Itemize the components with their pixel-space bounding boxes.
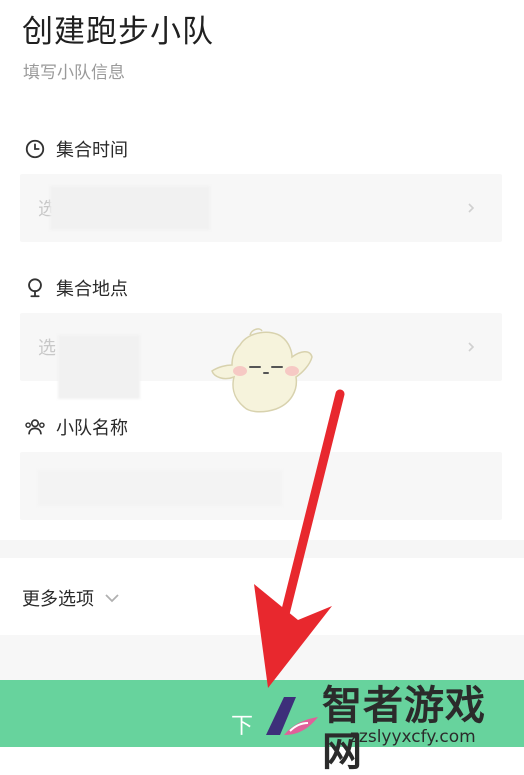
watermark: 智者游戏网 zzslyyxcfy.com xyxy=(262,683,524,775)
group-icon xyxy=(25,419,45,435)
meet-time-label-text: 集合时间 xyxy=(56,140,128,161)
watermark-logo-icon xyxy=(266,697,318,735)
more-options-label: 更多选项 xyxy=(22,589,94,610)
meet-place-placeholder: 选 xyxy=(38,338,56,359)
clock-icon xyxy=(25,139,45,159)
meet-time-field[interactable]: 选 xyxy=(20,174,502,242)
page-subtitle: 填写小队信息 xyxy=(23,63,125,83)
next-step-label: 下 xyxy=(230,712,253,738)
more-options-toggle[interactable]: 更多选项 xyxy=(22,585,120,611)
redacted-block xyxy=(38,470,282,506)
meet-place-label: 集合地点 xyxy=(24,275,128,301)
team-name-label: 小队名称 xyxy=(24,414,128,440)
redacted-block xyxy=(58,335,140,399)
meet-time-label: 集合时间 xyxy=(24,136,128,162)
chevron-right-icon xyxy=(468,203,475,213)
team-name-label-text: 小队名称 xyxy=(56,418,128,439)
chevron-right-icon xyxy=(468,342,475,352)
location-pin-icon xyxy=(28,278,42,298)
chevron-down-icon xyxy=(105,594,119,603)
redacted-block xyxy=(50,186,210,230)
page-title: 创建跑步小队 xyxy=(22,14,214,50)
watermark-url: zzslyyxcfy.com xyxy=(350,727,476,747)
meet-place-label-text: 集合地点 xyxy=(56,279,128,300)
annotation-arrow-icon xyxy=(254,389,345,688)
